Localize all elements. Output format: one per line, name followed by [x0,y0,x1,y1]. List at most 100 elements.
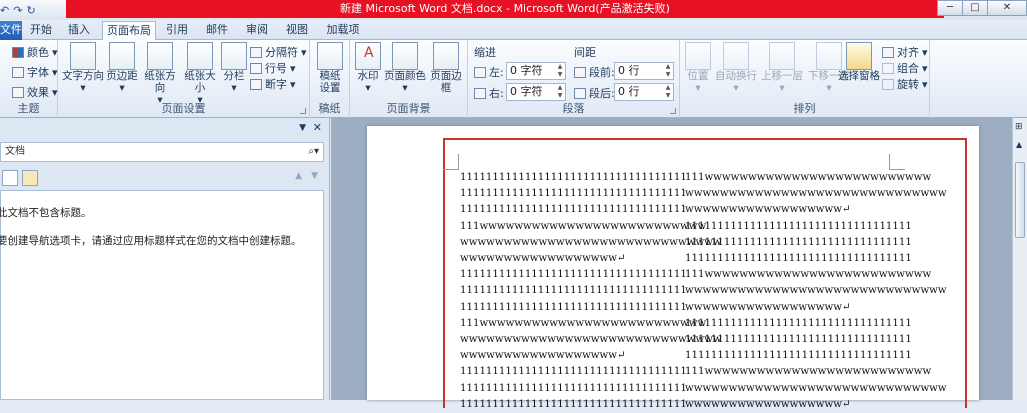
text-direction-button[interactable]: 文字方向 ▾ [62,42,104,94]
text-line: 11111111111111111111111111111111111 [685,350,912,362]
group-page-background: A 水印 ▾ 页面颜色 ▾ 页面边框 页面背景 [350,40,468,118]
text-line: 11111111111111111111111111111111111 [685,220,912,232]
selection-pane-button[interactable]: 选择窗格 [838,42,880,82]
effects-icon [12,86,24,98]
watermark-button[interactable]: A 水印 ▾ [352,42,384,94]
text-line: 11111111111111111111111111111111111 [460,398,687,410]
tab-home[interactable]: 开始 [24,21,58,40]
tab-file[interactable]: 文件 [0,21,22,40]
position-button[interactable]: 位置 ▾ [682,42,714,94]
orientation-icon [147,42,173,70]
navigation-pane: ▼ ✕ 文档 ⌕▾ ▲ ▼ 此文档不包含标题。 要创建导航选项卡，请通过应用标题样… [0,118,330,400]
vertical-scrollbar[interactable]: ⊞ ▲ [1012,118,1027,400]
spacing-after-label: 段后: [574,85,615,101]
headings-hint-message: 要创建导航选项卡，请通过应用标题样式在您的文档中创建标题。 [0,235,302,247]
indent-left-icon [474,66,486,78]
page-borders-button[interactable]: 页面边框 [426,42,466,94]
columns-button[interactable]: 分栏 ▾ [220,42,248,94]
draft-paper-icon [317,42,343,70]
position-icon [685,42,711,70]
previous-heading-icon[interactable]: ▲ [295,171,302,181]
margins-icon [109,42,135,70]
tab-search-results[interactable] [22,170,38,186]
group-label-theme: 主题 [17,102,40,115]
group-theme: 颜色 ▾ 字体 ▾ 效果 ▾ 主题 [0,40,58,118]
search-icon[interactable]: ⌕▾ [308,143,319,161]
tab-page-layout[interactable]: 页面布局 [102,21,156,41]
quick-access-toolbar: ↶ ↷ ↻ [0,1,36,19]
close-pane-icon[interactable]: ✕ [313,121,322,134]
line-numbers-button[interactable]: 行号 ▾ [250,60,296,76]
breaks-icon [250,46,262,58]
tab-addins[interactable]: 加载项 [320,21,366,40]
selection-pane-icon [846,42,872,70]
group-objects-button[interactable]: 组合 ▾ [882,60,928,76]
close-button[interactable]: ✕ [987,0,1027,16]
tab-view[interactable]: 视图 [280,21,314,40]
rotate-button[interactable]: 旋转 ▾ [882,76,928,92]
draft-setup-button[interactable]: 稿纸 设置 [314,42,346,94]
group-draft: 稿纸 设置 稿纸 [310,40,350,118]
text-line: 111wwwwwwwwwwwwwwwwwwwwwwwwww [685,269,932,281]
group-paragraph: 缩进 间距 左: 0 字符 ▲ ▼ 右: 0 字符 ▲ ▼ 段前: 0 行 ▲ ▼ 段后: … [468,40,680,118]
hyphenation-icon [250,78,262,90]
navigation-content: 此文档不包含标题。 要创建导航选项卡，请通过应用标题样式在您的文档中创建标题。 [0,190,324,400]
columns-icon [221,42,247,70]
pane-options-icon[interactable]: ▼ [299,123,306,133]
text-column-right[interactable]: 111wwwwwwwwwwwwwwwwwwwwwwwwww wwwwwwwwwww… [685,170,947,413]
text-line: 11111111111111111111111111111111111 [460,366,687,378]
tab-insert[interactable]: 插入 [62,21,96,40]
spacing-after-field[interactable]: 0 行 ▲ ▼ [614,83,674,101]
text-line: wwwwwwwwwwwwwwwwwwwwwwwwwwwwww [685,285,947,297]
spinner-arrows-icon[interactable]: ▲ ▼ [555,84,565,100]
text-line: 11111111111111111111111111111111111 [460,269,687,281]
ruler-toggle-icon[interactable]: ⊞ [1015,122,1023,132]
navigation-search-input[interactable]: 文档 ⌕▾ [0,142,324,162]
document-page[interactable]: 11111111111111111111111111111111111 11111… [367,126,979,410]
size-button[interactable]: 纸张大小 ▾ [180,42,220,106]
orientation-button[interactable]: 纸张方向 ▾ [140,42,180,106]
scroll-up-icon[interactable]: ▲ [1016,140,1022,149]
text-line: 111wwwwwwwwwwwwwwwwwwwwwwwwww [460,220,707,232]
spinner-arrows-icon[interactable]: ▲ ▼ [663,84,673,100]
spinner-arrows-icon[interactable]: ▲ ▼ [555,63,565,79]
wrap-text-button[interactable]: 自动换行 ▾ [714,42,758,94]
bring-forward-button[interactable]: 上移一层 ▾ [758,42,806,94]
text-column-left[interactable]: 11111111111111111111111111111111111 11111… [460,170,722,413]
tab-mailings[interactable]: 邮件 [200,21,234,40]
margin-corner-mark [443,154,459,170]
indent-right-field[interactable]: 0 字符 ▲ ▼ [506,83,566,101]
tab-references[interactable]: 引用 [160,21,194,40]
spacing-before-field[interactable]: 0 行 ▲ ▼ [614,62,674,80]
theme-effects-button[interactable]: 效果 ▾ [12,84,58,100]
text-line: 11111111111111111111111111111111111 [460,382,687,394]
text-line: wwwwwwwwwwwwwwwwww↵ [685,398,851,410]
tab-review[interactable]: 审阅 [240,21,274,40]
text-line: wwwwwwwwwwwwwwwwwwwwwwwwwwwwww [685,188,947,200]
margins-button[interactable]: 页边距 ▾ [104,42,140,94]
text-line: 111wwwwwwwwwwwwwwwwwwwwwwwwww [460,317,707,329]
page-setup-launcher-icon[interactable] [300,108,306,114]
text-line: 111wwwwwwwwwwwwwwwwwwwwwwwwww [685,172,932,183]
paragraph-launcher-icon[interactable] [670,108,676,114]
hyphenation-button[interactable]: 断字 ▾ [250,76,296,92]
minimize-button[interactable]: ─ [937,0,963,16]
spacing-label: 间距 [574,46,596,59]
align-button[interactable]: 对齐 ▾ [882,44,928,60]
watermark-icon: A [355,42,381,70]
undo-icon[interactable]: ↶ [0,4,9,17]
breaks-button[interactable]: 分隔符 ▾ [250,44,307,60]
scrollbar-thumb[interactable] [1015,162,1025,238]
page-color-button[interactable]: 页面颜色 ▾ [384,42,426,94]
fonts-icon [12,66,24,78]
maximize-button[interactable]: □ [962,0,988,16]
theme-fonts-button[interactable]: 字体 ▾ [12,64,58,80]
redo-icon[interactable]: ↷ [13,4,22,17]
indent-left-field[interactable]: 0 字符 ▲ ▼ [506,62,566,80]
next-heading-icon[interactable]: ▼ [311,171,318,181]
spinner-arrows-icon[interactable]: ▲ ▼ [663,63,673,79]
theme-colors-button[interactable]: 颜色 ▾ [12,44,58,60]
tab-page-thumbnails[interactable] [2,170,18,186]
refresh-icon[interactable]: ↻ [26,4,35,17]
colors-icon [12,46,24,58]
